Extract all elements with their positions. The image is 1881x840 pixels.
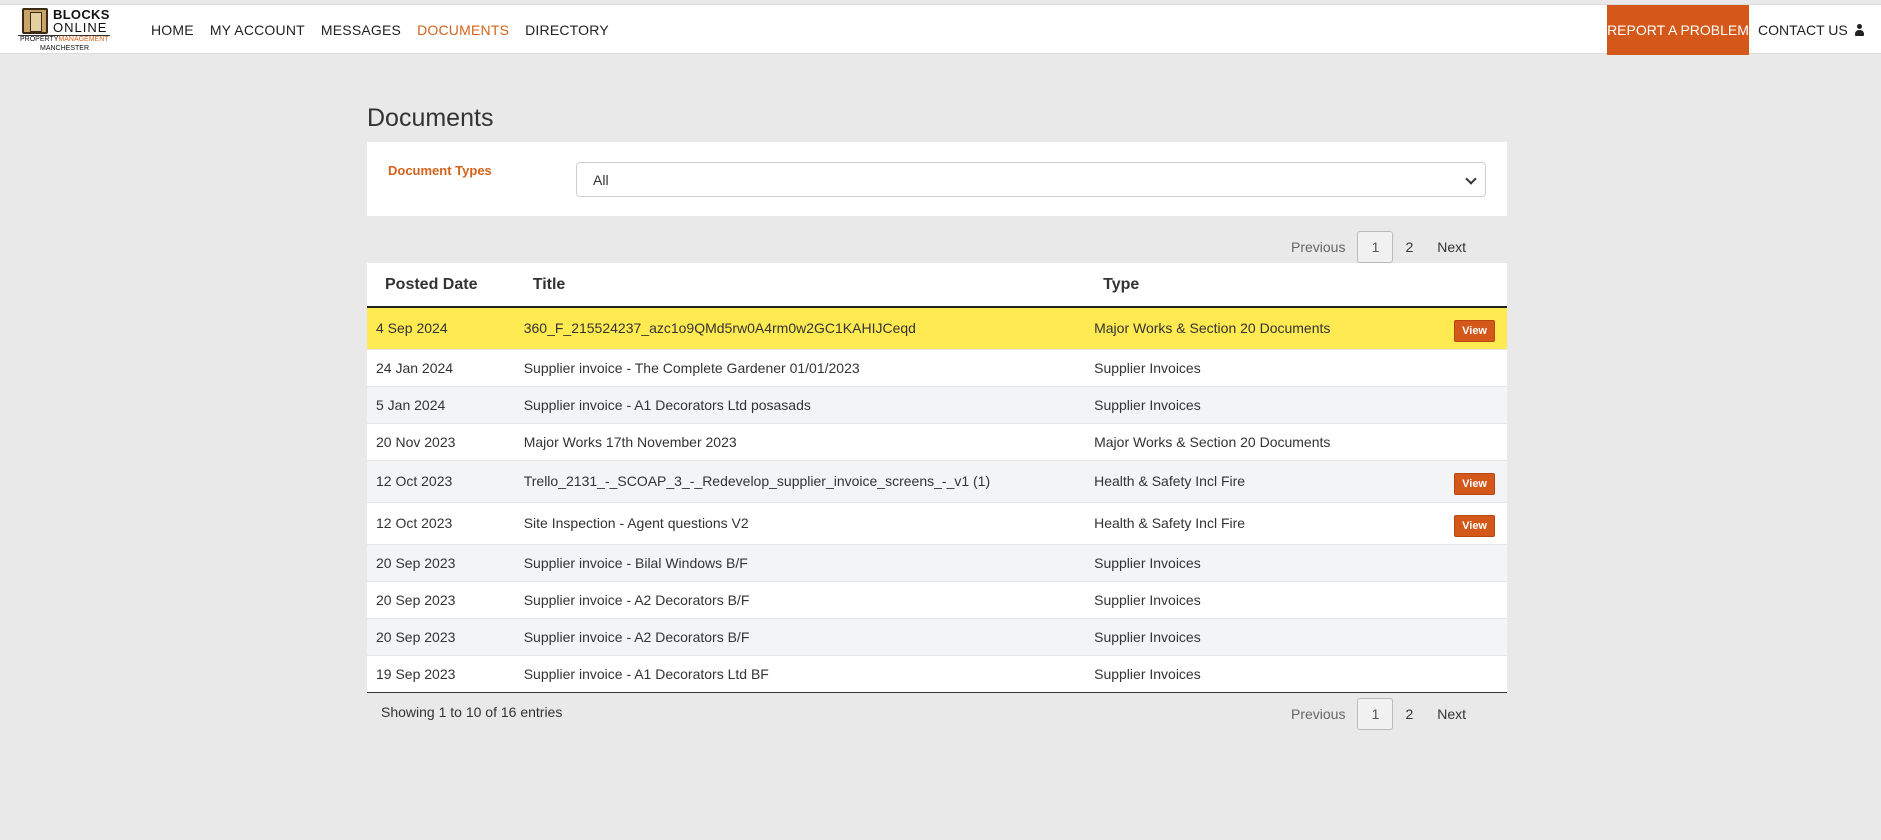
pagination-previous[interactable]: Previous [1279, 698, 1357, 730]
row-type: Major Works & Section 20 Documents [1085, 422, 1446, 460]
column-actions [1445, 263, 1507, 308]
row-title: Major Works 17th November 2023 [514, 422, 1086, 460]
logo-box-icon [22, 8, 48, 34]
row-type: Supplier Invoices [1085, 543, 1446, 581]
nav-directory[interactable]: DIRECTORY [525, 22, 609, 38]
column-title[interactable]: Title [514, 263, 1086, 308]
contact-us-link[interactable]: CONTACT US [1758, 5, 1848, 55]
row-title: Supplier invoice - A2 Decorators B/F [514, 617, 1086, 655]
pagination-next[interactable]: Next [1425, 231, 1478, 263]
row-date: 20 Sep 2023 [367, 543, 515, 581]
row-title: Supplier invoice - Bilal Windows B/F [514, 543, 1086, 581]
table-row[interactable]: 20 Sep 2023 Supplier invoice - Bilal Win… [367, 543, 1507, 581]
row-title: Supplier invoice - The Complete Gardener… [514, 348, 1086, 386]
column-posted-date[interactable]: Posted Date [367, 263, 515, 308]
table-row[interactable]: 12 Oct 2023 Trello_2131_-_SCOAP_3_-_Rede… [367, 459, 1507, 502]
table-row[interactable]: 19 Sep 2023 Supplier invoice - A1 Decora… [367, 654, 1507, 693]
row-type: Supplier Invoices [1085, 617, 1446, 655]
logo-location: MANCHESTER [40, 45, 90, 52]
row-title: Site Inspection - Agent questions V2 [514, 501, 1086, 544]
nav-messages[interactable]: MESSAGES [321, 22, 401, 38]
row-date: 20 Sep 2023 [367, 617, 515, 655]
document-types-label: Document Types [388, 163, 492, 178]
pagination-next[interactable]: Next [1425, 698, 1478, 730]
nav-documents[interactable]: DOCUMENTS [417, 22, 509, 38]
row-title: 360_F_215524237_azc1o9QMd5rw0A4rm0w2GC1K… [514, 306, 1086, 349]
row-type: Major Works & Section 20 Documents [1085, 306, 1446, 349]
row-title: Supplier invoice - A1 Decorators Ltd BF [514, 654, 1086, 693]
pagination-page-1[interactable]: 1 [1357, 231, 1394, 263]
view-button[interactable]: View [1454, 515, 1495, 537]
document-types-select[interactable]: All [576, 162, 1486, 197]
table-row[interactable]: 5 Jan 2024 Supplier invoice - A1 Decorat… [367, 385, 1507, 423]
row-type: Supplier Invoices [1085, 580, 1446, 618]
pagination-page-2[interactable]: 2 [1393, 698, 1425, 730]
chevron-down-icon [1465, 173, 1477, 185]
row-type: Health & Safety Incl Fire [1085, 459, 1446, 502]
blocks-online-logo[interactable]: BLOCKS ONLINE PROPERTYMANAGEMENT MANCHES… [18, 5, 113, 55]
table-row[interactable]: 4 Sep 2024 360_F_215524237_azc1o9QMd5rw0… [367, 306, 1507, 349]
table-row[interactable]: 24 Jan 2024 Supplier invoice - The Compl… [367, 348, 1507, 386]
pagination-top: Previous 1 2 Next [1279, 231, 1478, 263]
row-title: Supplier invoice - A1 Decorators Ltd pos… [514, 385, 1086, 423]
documents-table: Posted Date Title Type 4 Sep 2024 360_F_… [367, 263, 1507, 693]
filter-panel: Document Types All [367, 142, 1507, 216]
row-type: Supplier Invoices [1085, 385, 1446, 423]
page-title: Documents [367, 104, 494, 132]
document-types-value: All [593, 171, 609, 188]
report-problem-button[interactable]: REPORT A PROBLEM [1607, 5, 1749, 55]
pagination-page-1[interactable]: 1 [1357, 698, 1394, 730]
main-nav: HOME MY ACCOUNT MESSAGES DOCUMENTS DIREC… [151, 5, 625, 55]
table-row[interactable]: 20 Sep 2023 Supplier invoice - A2 Decora… [367, 617, 1507, 655]
column-type[interactable]: Type [1085, 263, 1446, 308]
nav-home[interactable]: HOME [151, 22, 194, 38]
row-type: Supplier Invoices [1085, 654, 1446, 693]
row-date: 5 Jan 2024 [367, 385, 515, 423]
row-title: Trello_2131_-_SCOAP_3_-_Redevelop_suppli… [514, 459, 1086, 502]
logo-tagline: PROPERTYMANAGEMENT [20, 36, 109, 43]
row-date: 24 Jan 2024 [367, 348, 515, 386]
view-button[interactable]: View [1454, 473, 1495, 495]
row-date: 20 Sep 2023 [367, 580, 515, 618]
pagination-page-2[interactable]: 2 [1393, 231, 1425, 263]
table-info: Showing 1 to 10 of 16 entries [381, 704, 563, 720]
table-header-row: Posted Date Title Type [367, 263, 1507, 308]
user-icon[interactable] [1854, 24, 1865, 36]
top-navbar: BLOCKS ONLINE PROPERTYMANAGEMENT MANCHES… [0, 4, 1881, 55]
row-date: 19 Sep 2023 [367, 654, 515, 693]
row-type: Health & Safety Incl Fire [1085, 501, 1446, 544]
table-row[interactable]: 12 Oct 2023 Site Inspection - Agent ques… [367, 501, 1507, 544]
row-date: 12 Oct 2023 [367, 459, 515, 502]
row-date: 12 Oct 2023 [367, 501, 515, 544]
pagination-bottom: Previous 1 2 Next [1279, 698, 1478, 730]
table-row[interactable]: 20 Sep 2023 Supplier invoice - A2 Decora… [367, 580, 1507, 618]
logo-line2: ONLINE [53, 20, 108, 35]
view-button[interactable]: View [1454, 320, 1495, 343]
row-date: 4 Sep 2024 [367, 306, 515, 349]
row-type: Supplier Invoices [1085, 348, 1446, 386]
row-title: Supplier invoice - A2 Decorators B/F [514, 580, 1086, 618]
row-date: 20 Nov 2023 [367, 422, 515, 460]
nav-my-account[interactable]: MY ACCOUNT [210, 22, 305, 38]
pagination-previous[interactable]: Previous [1279, 231, 1357, 263]
table-row[interactable]: 20 Nov 2023 Major Works 17th November 20… [367, 422, 1507, 460]
